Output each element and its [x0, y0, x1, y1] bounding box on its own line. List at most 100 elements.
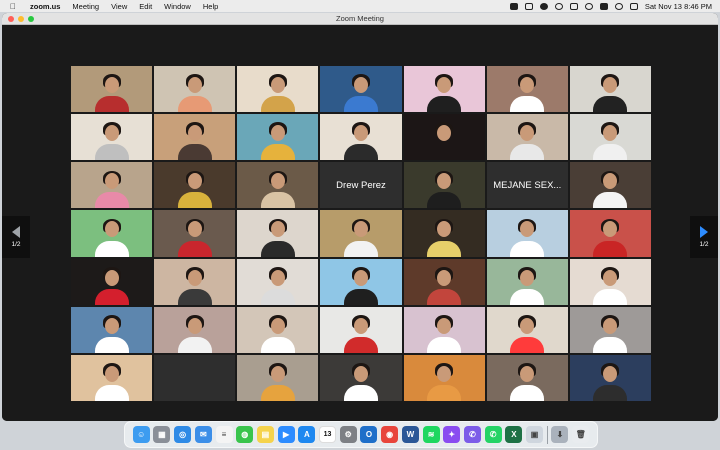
participant-tile[interactable]: [403, 354, 485, 401]
word-icon[interactable]: W: [401, 426, 419, 443]
reminders-icon[interactable]: ≡: [215, 426, 233, 443]
participant-tile[interactable]: [71, 66, 153, 113]
participant-tile[interactable]: [320, 210, 402, 257]
viber-icon[interactable]: ✆: [463, 426, 481, 443]
participant-tile[interactable]: [237, 162, 319, 209]
mail-icon[interactable]: ✉: [194, 426, 212, 443]
participant-tile[interactable]: [486, 66, 568, 113]
participant-video: [237, 210, 319, 257]
menu-window[interactable]: Window: [164, 2, 191, 11]
vpn-icon[interactable]: [539, 2, 548, 10]
search-icon[interactable]: [614, 2, 623, 10]
messenger-icon[interactable]: ✦: [443, 426, 461, 443]
participant-tile[interactable]: [486, 354, 568, 401]
participant-tile[interactable]: [320, 114, 402, 161]
participant-tile[interactable]: Drew Perez: [320, 162, 402, 209]
excel-icon[interactable]: X: [505, 426, 523, 443]
notes-icon[interactable]: ▤: [256, 426, 274, 443]
participant-tile[interactable]: [237, 306, 319, 353]
participant-tile[interactable]: [71, 114, 153, 161]
participant-tile[interactable]: [237, 114, 319, 161]
chrome-icon[interactable]: ◉: [381, 426, 399, 443]
participant-tile[interactable]: [486, 258, 568, 305]
minimize-window-button[interactable]: [18, 16, 24, 22]
wifi-icon[interactable]: [584, 2, 593, 10]
outlook-icon[interactable]: O: [360, 426, 378, 443]
menu-help[interactable]: Help: [203, 2, 218, 11]
launchpad-icon[interactable]: ▦: [153, 426, 171, 443]
apple-menu-icon[interactable]: : [10, 2, 20, 11]
participant-tile[interactable]: [154, 258, 236, 305]
participant-tile[interactable]: [569, 66, 651, 113]
control-center-icon[interactable]: [599, 2, 608, 10]
participant-tile[interactable]: [569, 258, 651, 305]
participant-tile[interactable]: [569, 354, 651, 401]
menu-edit[interactable]: Edit: [139, 2, 152, 11]
screen-record-icon[interactable]: [509, 2, 518, 10]
person-body: [177, 144, 212, 161]
finder-icon[interactable]: ☺: [132, 426, 150, 443]
participant-tile[interactable]: [154, 114, 236, 161]
participant-tile[interactable]: [403, 306, 485, 353]
menu-view[interactable]: View: [111, 2, 127, 11]
preview-icon[interactable]: ▣: [526, 426, 544, 443]
status-area: Sat Nov 13 8:46 PM: [509, 2, 712, 11]
participant-tile[interactable]: [569, 306, 651, 353]
calendar-icon[interactable]: 13: [319, 426, 337, 443]
participant-tile[interactable]: MEJANE SEX...: [486, 162, 568, 209]
participant-tile[interactable]: [569, 162, 651, 209]
participant-tile[interactable]: [237, 354, 319, 401]
battery-icon[interactable]: [569, 2, 578, 10]
trash-icon[interactable]: 🗑: [572, 426, 590, 443]
messages-icon[interactable]: ◍: [236, 426, 254, 443]
participant-tile[interactable]: [403, 162, 485, 209]
next-page-button[interactable]: 1/2: [690, 216, 718, 258]
participant-tile[interactable]: [71, 210, 153, 257]
participant-tile[interactable]: [320, 354, 402, 401]
menu-app-zoom[interactable]: zoom.us: [30, 2, 60, 11]
downloads-icon[interactable]: ⬇: [551, 426, 569, 443]
participant-tile[interactable]: [154, 210, 236, 257]
arrow-left-icon: [12, 226, 20, 238]
close-window-button[interactable]: [8, 16, 14, 22]
participant-tile[interactable]: [71, 258, 153, 305]
participant-tile[interactable]: [486, 114, 568, 161]
participant-tile[interactable]: [154, 306, 236, 353]
participant-tile[interactable]: [320, 258, 402, 305]
participant-tile[interactable]: [71, 162, 153, 209]
fullscreen-window-button[interactable]: [28, 16, 34, 22]
participant-tile[interactable]: [569, 210, 651, 257]
participant-tile[interactable]: [403, 258, 485, 305]
system-preferences-icon[interactable]: ⚙: [339, 426, 357, 443]
whatsapp-icon[interactable]: ✆: [484, 426, 502, 443]
previous-page-button[interactable]: 1/2: [2, 216, 30, 258]
siri-icon[interactable]: [629, 2, 638, 10]
participant-tile[interactable]: [486, 210, 568, 257]
participant-tile[interactable]: [320, 66, 402, 113]
participant-tile[interactable]: [569, 114, 651, 161]
participant-tile[interactable]: [154, 162, 236, 209]
participant-tile[interactable]: [71, 306, 153, 353]
window-titlebar[interactable]: Zoom Meeting: [2, 13, 718, 25]
menu-meeting[interactable]: Meeting: [72, 2, 99, 11]
spotify-icon[interactable]: ≋: [422, 426, 440, 443]
app-store-icon[interactable]: A: [298, 426, 316, 443]
chat-icon[interactable]: [524, 2, 533, 10]
participant-tile[interactable]: [320, 306, 402, 353]
participant-tile[interactable]: [237, 210, 319, 257]
menu-clock[interactable]: Sat Nov 13 8:46 PM: [645, 2, 712, 11]
participant-tile[interactable]: [154, 66, 236, 113]
play-icon[interactable]: [554, 2, 563, 10]
participant-tile[interactable]: [154, 354, 236, 401]
participant-video: [154, 306, 236, 353]
participant-tile[interactable]: [403, 210, 485, 257]
participant-tile[interactable]: [237, 258, 319, 305]
participant-tile[interactable]: [486, 306, 568, 353]
participant-tile[interactable]: [71, 354, 153, 401]
participant-tile[interactable]: [403, 66, 485, 113]
safari-icon[interactable]: ◎: [174, 426, 192, 443]
participant-video: [486, 258, 568, 305]
participant-tile[interactable]: [237, 66, 319, 113]
participant-tile[interactable]: [403, 114, 485, 161]
zoom-icon[interactable]: ▶: [277, 426, 295, 443]
